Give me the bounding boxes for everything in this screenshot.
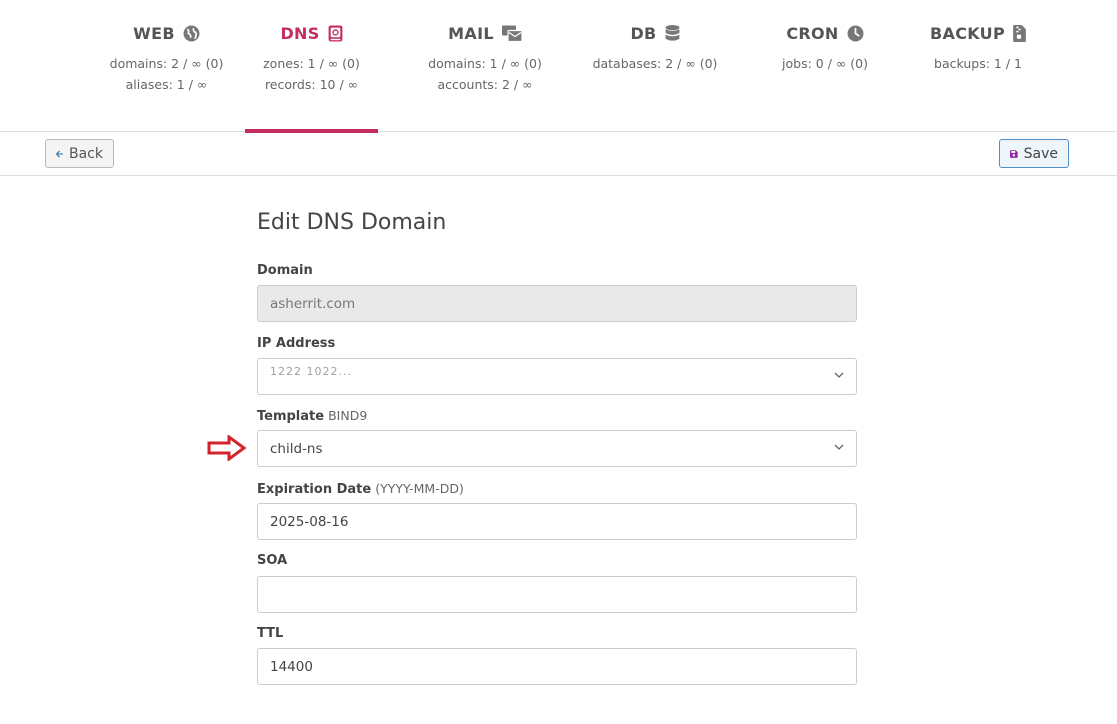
- page-title: Edit DNS Domain: [257, 210, 447, 235]
- template-label-text: Template: [257, 409, 325, 424]
- stat-line: accounts: 2 / ∞: [437, 77, 533, 92]
- floppy-disk-icon: [1010, 149, 1018, 158]
- ip-address-value: 1222 1022...: [270, 365, 352, 378]
- expiration-hint: (YYYY-MM-DD): [375, 481, 464, 496]
- tab-dns-label: DNS: [280, 23, 320, 43]
- ttl-value: 14400: [270, 658, 313, 675]
- tab-web-label: WEB: [133, 23, 175, 43]
- expiration-date-input[interactable]: 2025-08-16: [257, 503, 857, 540]
- ttl-label: TTL: [257, 626, 284, 641]
- soa-input[interactable]: [257, 576, 857, 613]
- ip-address-label: IP Address: [257, 336, 336, 351]
- template-select[interactable]: child-ns: [257, 430, 857, 467]
- tab-backup-label: BACKUP: [930, 23, 1005, 43]
- tab-mail-label: MAIL: [448, 23, 494, 43]
- globe-icon: [183, 25, 200, 41]
- file-archive-icon: [1013, 24, 1026, 42]
- stat-line: databases: 2 / ∞ (0): [592, 56, 718, 71]
- ip-address-select[interactable]: 1222 1022...: [257, 358, 857, 395]
- tab-dns[interactable]: DNS zones: 1 / ∞ (0) records: 10 / ∞: [245, 0, 378, 133]
- ttl-input[interactable]: 14400: [257, 648, 857, 685]
- soa-label: SOA: [257, 553, 288, 568]
- tab-cron[interactable]: CRON jobs: 0 / ∞ (0): [760, 0, 890, 132]
- expiration-date-value: 2025-08-16: [270, 513, 349, 530]
- tab-db-label: DB: [630, 23, 657, 43]
- expiration-date-label: Expiration Date (YYYY-MM-DD): [257, 481, 464, 497]
- tab-cron-label: CRON: [786, 23, 839, 43]
- template-value: child-ns: [270, 440, 323, 457]
- tab-db[interactable]: DB databases: 2 / ∞ (0): [590, 0, 720, 132]
- tab-web[interactable]: WEB domains: 2 / ∞ (0) aliases: 1 / ∞: [60, 0, 273, 132]
- stat-line: aliases: 1 / ∞: [125, 77, 208, 92]
- chevron-down-icon: [834, 372, 844, 378]
- stat-line: zones: 1 / ∞ (0): [263, 56, 360, 71]
- tab-mail[interactable]: MAIL domains: 1 / ∞ (0) accounts: 2 / ∞: [400, 0, 570, 132]
- chevron-down-icon: [834, 444, 844, 450]
- red-arrow-icon: [207, 435, 247, 461]
- tab-backup[interactable]: BACKUP backups: 1 / 1: [918, 0, 1038, 132]
- mail-icon: [501, 25, 522, 42]
- domain-value: asherrit.com: [270, 295, 356, 312]
- clock-icon: [847, 25, 864, 41]
- template-label: Template BIND9: [257, 408, 367, 424]
- stat-line: records: 10 / ∞: [264, 77, 359, 92]
- domain-field: asherrit.com: [257, 285, 857, 322]
- toolbar: Back Save: [0, 132, 1117, 176]
- stat-line: domains: 1 / ∞ (0): [428, 56, 542, 71]
- dns-book-icon: [328, 25, 342, 41]
- back-button[interactable]: Back: [45, 139, 114, 168]
- save-button-label: Save: [1023, 145, 1058, 162]
- database-icon: [665, 24, 679, 41]
- expiration-label-text: Expiration Date: [257, 482, 372, 497]
- stats-nav: WEB domains: 2 / ∞ (0) aliases: 1 / ∞ DN…: [0, 0, 1117, 133]
- domain-label: Domain: [257, 263, 313, 278]
- stat-line: domains: 2 / ∞ (0): [109, 56, 224, 71]
- save-button[interactable]: Save: [999, 139, 1069, 168]
- template-hint: BIND9: [328, 408, 368, 423]
- back-button-label: Back: [69, 145, 103, 162]
- stat-line: jobs: 0 / ∞ (0): [782, 56, 868, 71]
- stat-line: backups: 1 / 1: [934, 56, 1022, 71]
- arrow-left-icon: [56, 150, 63, 157]
